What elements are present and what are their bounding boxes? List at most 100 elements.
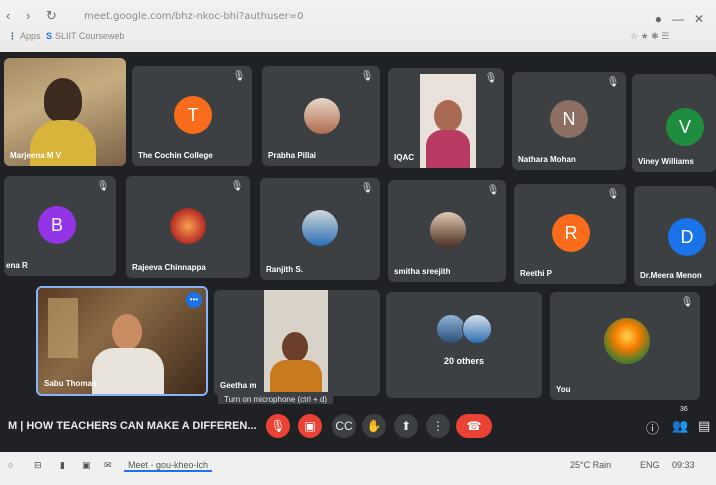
taskbar-chrome-window[interactable]: Meet - gou-kheo-lch [124, 460, 213, 472]
captions-button[interactable]: CC [332, 414, 356, 438]
forward-icon[interactable]: › [26, 8, 30, 23]
avatar [430, 212, 466, 248]
raise-hand-button[interactable]: ✋ [362, 414, 386, 438]
speaking-indicator-icon: ••• [186, 292, 202, 308]
participant-name: ena R [6, 261, 28, 270]
participant-tile[interactable]: 20 others [386, 292, 542, 398]
extension-icons: ● — ✕ [655, 12, 704, 26]
participant-tile[interactable]: V Viney Williams [632, 74, 716, 172]
camera-button[interactable]: ▣ [298, 414, 322, 438]
mic-off-icon: 🎙︎ [606, 189, 620, 200]
mic-off-icon: 🎙︎ [484, 73, 498, 84]
more-options-button[interactable]: ⋮ [426, 414, 450, 438]
back-icon[interactable]: ‹ [6, 8, 10, 23]
person-head [112, 314, 142, 350]
bookmark-star-icons: ☆ ★ ✱ ☰ [630, 31, 670, 41]
reload-icon[interactable]: ↻ [46, 8, 57, 24]
avatar: B [38, 206, 76, 244]
meeting-controls-bar: M | HOW TEACHERS CAN MAKE A DIFFEREN... … [0, 404, 716, 452]
bookshelf [48, 298, 78, 358]
participant-tile[interactable]: 🎙︎ B ena R [4, 176, 116, 276]
profile-icon[interactable]: ● [655, 12, 662, 26]
participant-name: Reethi P [520, 269, 553, 278]
person-body [92, 348, 164, 394]
participant-tile[interactable]: 🎙︎ R Reethi P [514, 184, 626, 284]
participant-tile[interactable]: 🎙︎ You [550, 292, 700, 400]
mic-off-icon: 🎙︎ [230, 181, 244, 192]
avatar: T [174, 96, 212, 134]
avatar [304, 98, 340, 134]
file-explorer-icon[interactable]: ▮ [60, 460, 65, 471]
mail-icon[interactable]: ✉ [104, 460, 112, 471]
participant-video [264, 290, 328, 396]
participant-name: Sabu Thomas [44, 379, 97, 388]
present-button[interactable]: ⬆ [394, 414, 418, 438]
participant-name: Ranjith S. [266, 265, 303, 274]
search-icon[interactable]: ○ [8, 460, 13, 470]
others-count: 20 others [443, 356, 485, 366]
participants-count: 36 [680, 406, 688, 413]
participant-tile[interactable]: ••• Sabu Thomas [36, 286, 208, 396]
person-head [434, 100, 462, 132]
bookmarks-bar: ⋮ Apps S SLIIT Courseweb ☆ ★ ✱ ☰ [0, 28, 716, 46]
mic-off-icon: 🎙︎ [360, 183, 374, 194]
close-window-icon[interactable]: ✕ [694, 12, 704, 26]
mic-off-icon: 🎙︎ [486, 185, 500, 196]
participant-video [420, 74, 476, 168]
avatar [604, 318, 650, 364]
participant-name: Rajeeva Chinnappa [132, 263, 206, 272]
person-body [426, 130, 470, 168]
microphone-button[interactable]: 🎙︎ [266, 414, 290, 438]
meet-grid: Marjeena M V 🎙︎ T The Cochin College 🎙︎ … [0, 52, 716, 452]
participant-tile[interactable]: 🎙︎ Prabha Pillai [262, 66, 380, 166]
apps-grid-icon: ⋮ [8, 31, 17, 41]
clock[interactable]: 09:33 [672, 460, 695, 470]
participant-name: Nathara Mohan [518, 155, 576, 164]
participant-name: IQAC [394, 153, 414, 162]
participant-tile[interactable]: Geetha m [214, 290, 380, 396]
url-bar[interactable]: meet.google.com/bhz-nkoc-bhi?authuser=0 [66, 7, 626, 27]
participant-name: smitha sreejith [394, 267, 451, 276]
weather-widget[interactable]: 25°C Rain [570, 460, 611, 470]
bookmark-sliit[interactable]: S SLIIT Courseweb [46, 31, 124, 41]
participant-tile[interactable]: 🎙︎ Ranjith S. [260, 178, 380, 280]
avatar: V [666, 108, 704, 146]
participant-name: The Cochin College [138, 151, 213, 160]
participant-tile[interactable]: D Dr.Meera Menon [634, 186, 716, 286]
store-icon[interactable]: ▣ [82, 460, 91, 471]
participant-tile[interactable]: Marjeena M V [4, 58, 126, 166]
participant-name: Prabha Pillai [268, 151, 317, 160]
language-indicator[interactable]: ENG [640, 460, 660, 470]
bookmark-s-icon: S [46, 31, 53, 41]
task-view-icon[interactable]: ⊟ [34, 460, 42, 471]
bookmark-apps[interactable]: ⋮ Apps [8, 31, 41, 42]
participant-name: Geetha m [220, 381, 257, 390]
mic-off-icon: 🎙︎ [96, 181, 110, 192]
minimize-icon[interactable]: — [672, 12, 684, 26]
chat-icon[interactable]: ▤ [698, 418, 710, 434]
mic-off-icon: 🎙︎ [680, 297, 694, 308]
avatar [170, 208, 206, 244]
mic-off-icon: 🎙︎ [360, 71, 374, 82]
avatar: D [668, 218, 706, 256]
mic-off-icon: 🎙︎ [232, 71, 246, 82]
participant-tile[interactable]: 🎙︎ N Nathara Mohan [512, 72, 626, 170]
end-call-button[interactable]: ☎ [456, 414, 492, 438]
participant-name: Marjeena M V [10, 151, 62, 160]
person-head [282, 332, 308, 362]
address-row: ‹ › ↻ 🔒 meet.google.com/bhz-nkoc-bhi?aut… [0, 4, 716, 30]
people-icon[interactable]: 👥 [672, 418, 688, 434]
mic-off-icon: 🎙︎ [606, 77, 620, 88]
participant-tile[interactable]: 🎙︎ IQAC [388, 68, 504, 168]
participant-tile[interactable]: 🎙︎ Rajeeva Chinnappa [126, 176, 250, 278]
avatar: N [550, 100, 588, 138]
avatar: R [552, 214, 590, 252]
info-icon[interactable]: ⓘ [646, 418, 659, 437]
screen-photo: ‹ › ↻ 🔒 meet.google.com/bhz-nkoc-bhi?aut… [0, 0, 716, 485]
participant-name: Viney Williams [638, 157, 694, 166]
participant-tile[interactable]: 🎙︎ T The Cochin College [132, 66, 252, 166]
participant-tile[interactable]: 🎙︎ smitha sreejith [388, 180, 506, 282]
avatar [302, 210, 338, 246]
participant-name: You [556, 385, 571, 394]
participant-name: Dr.Meera Menon [640, 271, 702, 280]
